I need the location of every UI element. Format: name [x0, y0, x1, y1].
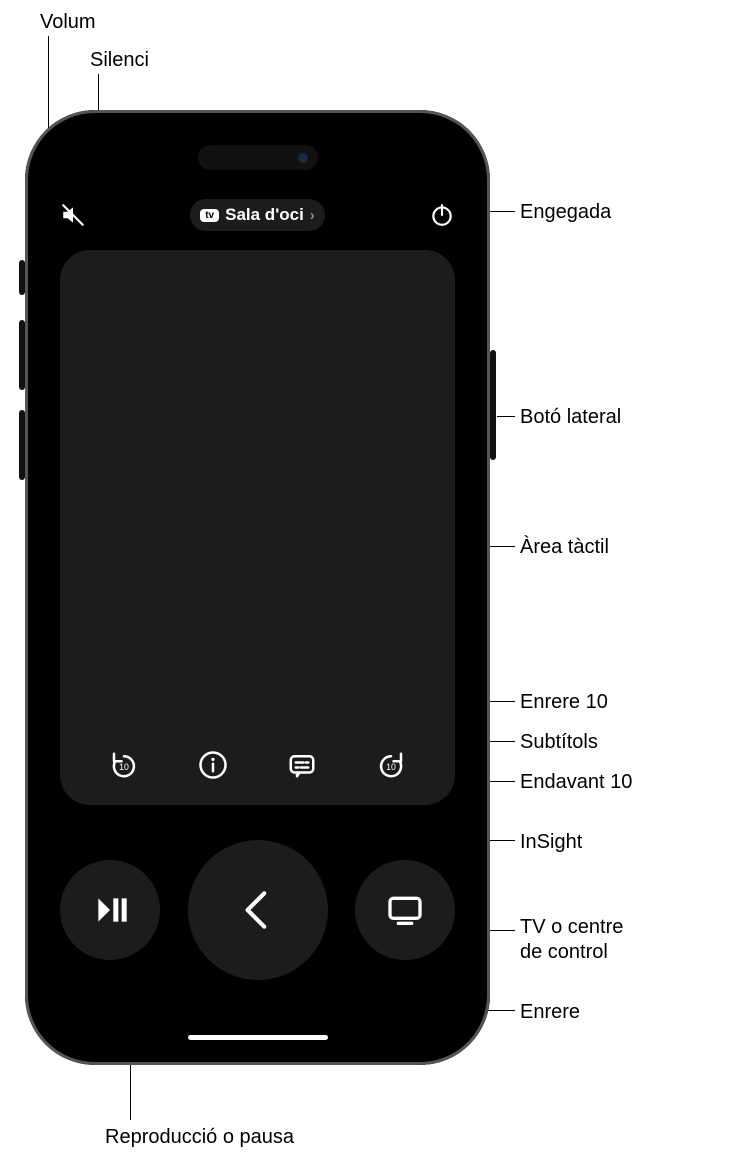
label-engegada: Engegada: [520, 200, 611, 225]
touch-area[interactable]: 10 10: [60, 250, 455, 805]
label-insight: InSight: [520, 830, 582, 855]
label-volum: Volum: [40, 10, 96, 35]
label-tv-centre: TV o centre de control: [520, 915, 623, 965]
back-button[interactable]: [188, 840, 328, 980]
label-repro-pausa: Reproducció o pausa: [105, 1125, 294, 1150]
ring-silent-switch[interactable]: [19, 260, 25, 295]
svg-text:10: 10: [120, 762, 130, 772]
label-subtitols: Subtítols: [520, 730, 598, 755]
label-enrere-10: Enrere 10: [520, 690, 608, 715]
chevron-right-icon: ›: [310, 207, 315, 224]
secondary-icon-row: 10 10: [60, 745, 455, 785]
device-name-label: Sala d'oci: [225, 205, 304, 225]
label-endavant-10: Endavant 10: [520, 770, 632, 795]
phone-frame: tv Sala d'oci › 10 10: [25, 110, 490, 1065]
label-silenci: Silenci: [90, 48, 149, 73]
play-pause-button[interactable]: [60, 860, 160, 960]
tv-control-center-button[interactable]: [355, 860, 455, 960]
forward-10-button[interactable]: 10: [371, 745, 411, 785]
back-10-button[interactable]: 10: [104, 745, 144, 785]
subtitles-button[interactable]: [282, 745, 322, 785]
home-indicator: [188, 1035, 328, 1040]
volume-up-button[interactable]: [19, 320, 25, 390]
side-button[interactable]: [490, 350, 496, 460]
insight-button[interactable]: [193, 745, 233, 785]
device-selector[interactable]: tv Sala d'oci ›: [190, 199, 325, 231]
mute-button[interactable]: [60, 202, 86, 228]
label-area-tactil: Àrea tàctil: [520, 535, 609, 560]
volume-down-button[interactable]: [19, 410, 25, 480]
apple-tv-pill: tv: [200, 209, 219, 222]
label-boto-lateral: Botó lateral: [520, 405, 621, 430]
power-button[interactable]: [429, 202, 455, 228]
label-enrere: Enrere: [520, 1000, 580, 1025]
svg-text:10: 10: [386, 762, 396, 772]
remote-top-row: tv Sala d'oci ›: [60, 195, 455, 235]
dynamic-island: [198, 145, 318, 170]
primary-button-row: [60, 840, 455, 980]
